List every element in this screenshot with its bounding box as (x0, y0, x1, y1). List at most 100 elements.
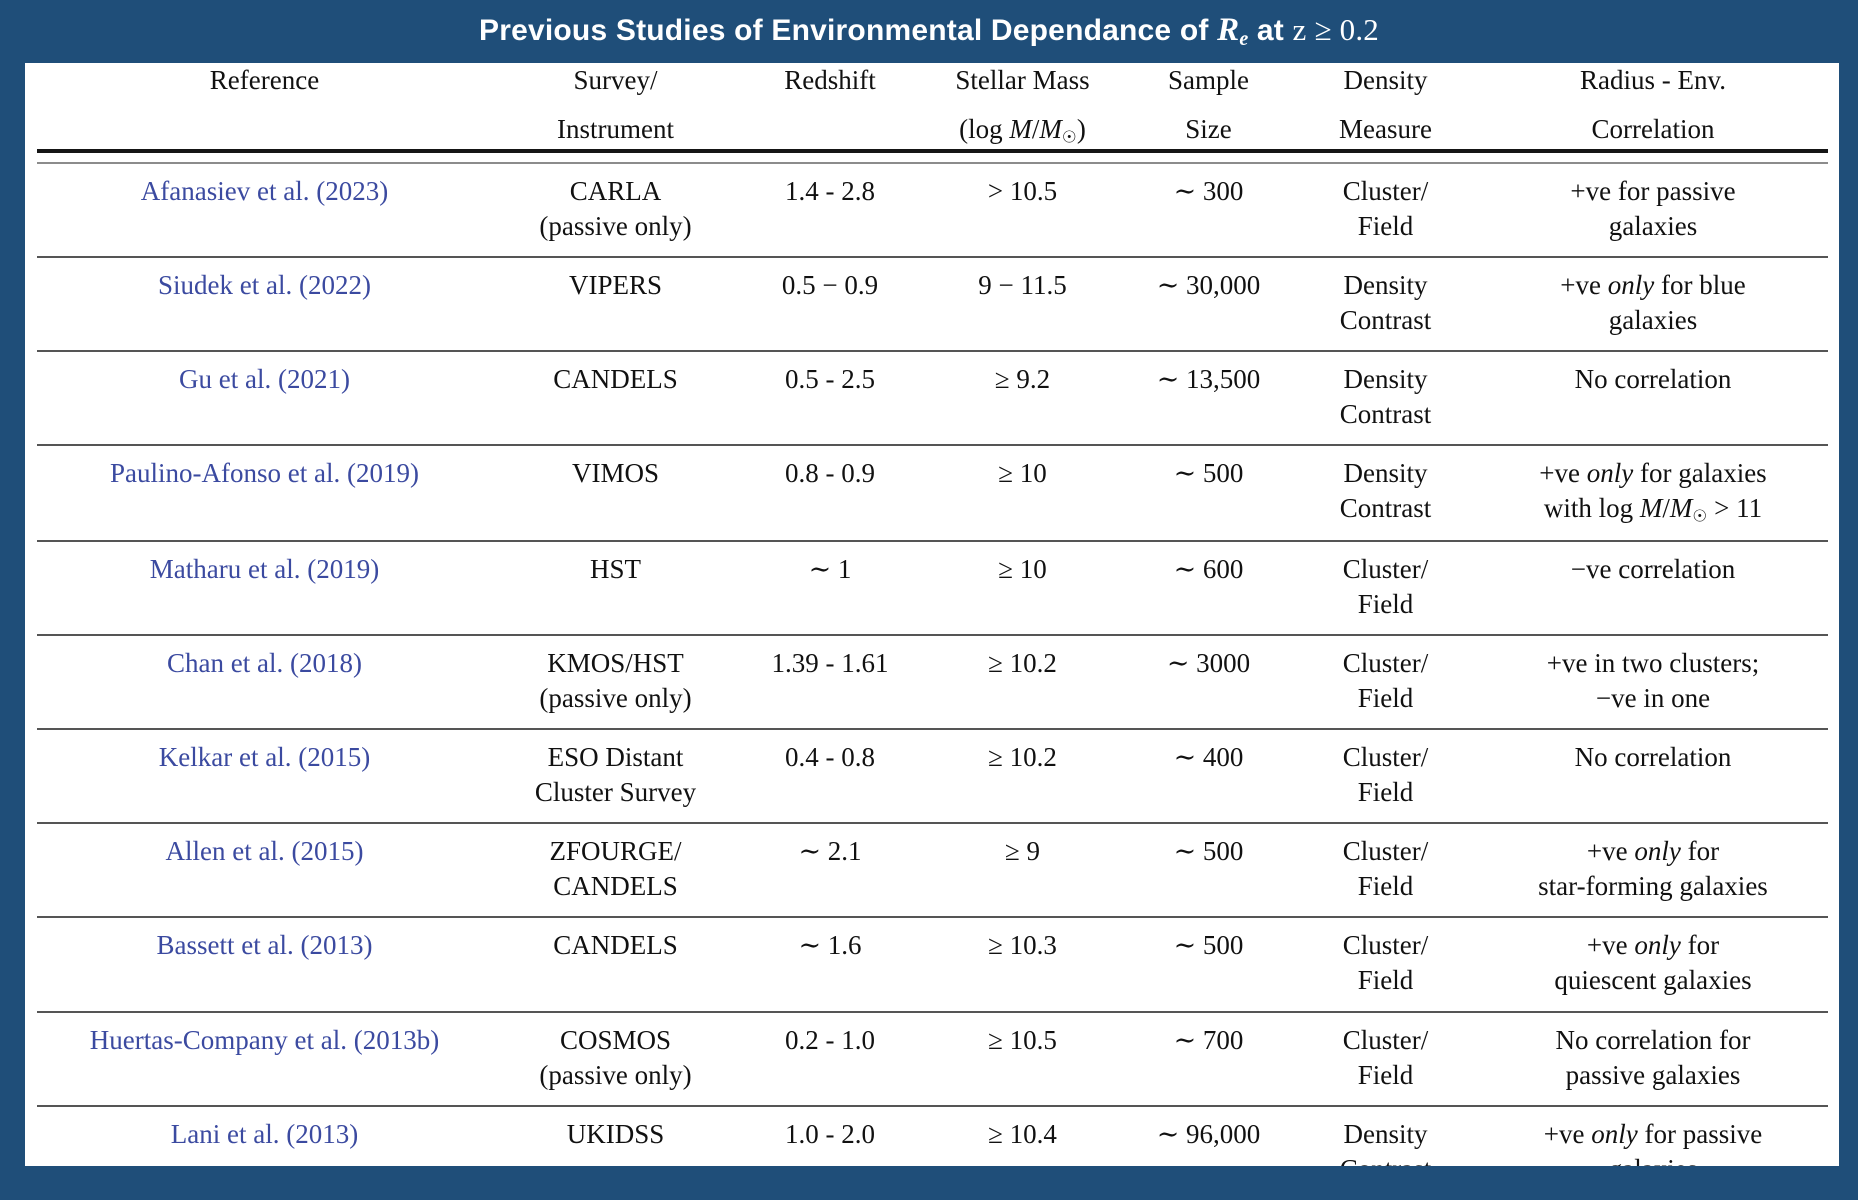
reference-link[interactable]: Allen et al. (2015) (166, 836, 364, 866)
cell-redshift: 0.8 - 0.9 (739, 444, 921, 541)
header-row: Reference Survey/ Instrument Redshift St… (37, 63, 1828, 149)
cell-survey: ESO Distant Cluster Survey (492, 727, 739, 824)
cell-redshift: 0.5 − 0.9 (739, 255, 921, 351)
cell-line1: Cluster/ (1342, 1024, 1429, 1055)
reference-link[interactable]: Gu et al. (2021) (179, 364, 350, 394)
cell-line1: +ve only for (1586, 836, 1720, 867)
cell-reference[interactable]: Bassett et al. (2013) (37, 916, 492, 1012)
cell-line1: CARLA (569, 175, 662, 206)
cell-reference[interactable]: Afanasiev et al. (2023) (37, 164, 492, 257)
reference-link[interactable]: Bassett et al. (2013) (157, 930, 373, 960)
header-line1: Redshift (784, 65, 876, 95)
cell-reference[interactable]: Lani et al. (2013) (37, 1104, 492, 1166)
cell-sample-size: ∼ 400 (1124, 727, 1293, 824)
reference-link[interactable]: Paulino-Afonso et al. (2019) (110, 458, 419, 488)
cell-redshift: 1.39 - 1.61 (739, 633, 921, 729)
cell-correlation: No correlation (1478, 727, 1828, 824)
rule-cell (37, 148, 1828, 164)
cell-density-measure: Cluster/Field (1293, 539, 1478, 635)
cell-line2: CANDELS (553, 871, 678, 902)
header-line2: (log M/M☉) (959, 114, 1086, 147)
reference-link[interactable]: Lani et al. (2013) (171, 1119, 358, 1149)
cell-reference[interactable]: Allen et al. (2015) (37, 822, 492, 918)
header-line2: Measure (1339, 114, 1432, 145)
reference-link[interactable]: Huertas-Company et al. (2013b) (90, 1025, 439, 1055)
table-row: Chan et al. (2018) KMOS/HST (passive only)… (37, 633, 1828, 729)
title-middle: at (1248, 14, 1293, 47)
cell-line2: (passive only) (539, 1059, 692, 1090)
cell-density-measure: Density Contrast (1293, 255, 1478, 351)
cell-line1: −ve correlation (1570, 553, 1736, 584)
table-row: Afanasiev et al. (2023) CARLA (passive onl… (37, 164, 1828, 257)
cell-density-measure: Cluster/Field (1293, 164, 1478, 257)
cell-stellar-mass: ≥ 10.5 (921, 1010, 1124, 1106)
cell-line1: KMOS/HST (547, 647, 684, 678)
cell-line1: COSMOS (559, 1024, 672, 1055)
cell-line2: quiescent galaxies (1554, 965, 1752, 996)
cell-reference[interactable]: Siudek et al. (2022) (37, 255, 492, 351)
studies-table: Reference Survey/ Instrument Redshift St… (37, 63, 1828, 1166)
cell-line1: VIPERS (568, 269, 663, 300)
cell-survey: HST (492, 539, 739, 635)
cell-line2: (passive only) (539, 210, 692, 241)
cell-survey: CARLA (passive only) (492, 164, 739, 257)
cell-sample-size: ∼ 3000 (1124, 633, 1293, 729)
cell-stellar-mass: ≥ 10.4 (921, 1104, 1124, 1166)
table-header: Reference Survey/ Instrument Redshift St… (37, 63, 1828, 164)
cell-line1: VIMOS (571, 458, 659, 489)
cell-redshift: 1.4 - 2.8 (785, 175, 875, 206)
header-line2: Size (1185, 114, 1232, 145)
cell-line1: Cluster/ (1342, 553, 1429, 584)
cell-line2: galaxies (1478, 1152, 1828, 1166)
cell-survey: CANDELS (492, 349, 739, 446)
cell-line1: Density (1343, 363, 1428, 394)
cell-sample-size: ∼ 96,000 (1124, 1104, 1293, 1166)
cell-density-measure: Cluster/Field (1293, 633, 1478, 729)
cell-line2: Field (1357, 965, 1414, 996)
cell-reference[interactable]: Matharu et al. (2019) (37, 539, 492, 635)
cell-sample-size: ∼ 700 (1124, 1010, 1293, 1106)
cell-line2: Field (1357, 588, 1414, 619)
cell-stellar-mass: ≥ 10.2 (921, 727, 1124, 824)
reference-link[interactable]: Afanasiev et al. (2023) (141, 176, 388, 206)
cell-reference[interactable]: Huertas-Company et al. (2013b) (37, 1010, 492, 1106)
cell-density-measure: Density Contrast (1293, 349, 1478, 446)
cell-line1: +ve only for passive (1543, 1118, 1763, 1149)
reference-link[interactable]: Chan et al. (2018) (167, 648, 362, 678)
cell-line1: +ve only for (1586, 930, 1720, 961)
cell-survey: VIPERS (492, 255, 739, 351)
cell-line1: ZFOURGE/ (549, 836, 682, 867)
cell-stellar-mass: 9 − 11.5 (921, 255, 1124, 351)
cell-reference[interactable]: Paulino-Afonso et al. (2019) (37, 444, 492, 541)
cell-redshift: 0.2 - 1.0 (739, 1010, 921, 1106)
double-rule (37, 148, 1828, 164)
cell-sample-size: ∼ 30,000 (1124, 255, 1293, 351)
cell-density-measure: Density Contrast (1293, 444, 1478, 541)
cell-correlation: +ve only for passive galaxies (1478, 1104, 1828, 1166)
reference-link[interactable]: Kelkar et al. (2015) (159, 742, 370, 772)
reference-link[interactable]: Siudek et al. (2022) (158, 270, 371, 300)
table-row: Lani et al. (2013) UKIDSS 1.0 - 2.0 ≥ 10.4 ∼… (37, 1104, 1828, 1166)
cell-reference[interactable]: Kelkar et al. (2015) (37, 727, 492, 824)
title-symbol-Re: Re (1217, 12, 1249, 50)
cell-density-measure: Density Contrast (1293, 1104, 1478, 1166)
cell-line2: −ve in one (1595, 682, 1711, 713)
cell-density-measure: Cluster/Field (1293, 822, 1478, 918)
header-line1: Reference (209, 65, 320, 95)
title-banner: Previous Studies of Environmental Depend… (0, 0, 1858, 63)
cell-stellar-mass: ≥ 10.2 (921, 633, 1124, 729)
page-title: Previous Studies of Environmental Depend… (479, 12, 1379, 51)
cell-sample-size: ∼ 500 (1124, 916, 1293, 1012)
cell-line1: ESO Distant (547, 741, 684, 772)
title-value: 0.2 (1339, 12, 1379, 47)
cell-line1: Density (1343, 1118, 1428, 1149)
cell-line2: Field (1357, 210, 1414, 241)
cell-reference[interactable]: Gu et al. (2021) (37, 349, 492, 446)
cell-reference[interactable]: Chan et al. (2018) (37, 633, 492, 729)
cell-sample-size: ∼ 600 (1124, 539, 1293, 635)
cell-line1: +ve only for galaxies (1539, 458, 1767, 489)
reference-link[interactable]: Matharu et al. (2019) (150, 554, 379, 584)
cell-sample-size: ∼ 500 (1124, 822, 1293, 918)
column-header-stellar-mass: Stellar Mass (log M/M☉) (921, 63, 1124, 149)
cell-line2: Contrast (1339, 493, 1432, 524)
